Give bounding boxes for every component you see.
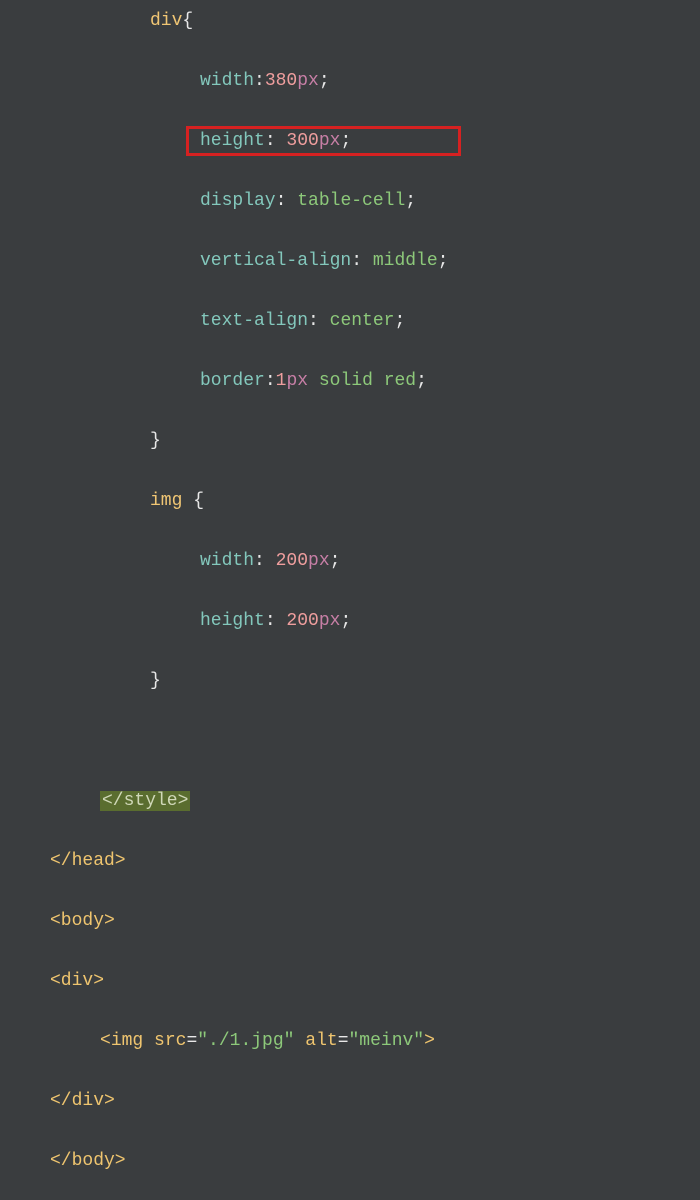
colon-token: : — [254, 551, 276, 571]
semicolon-token: ; — [319, 71, 330, 91]
code-line: width:380px; — [0, 66, 700, 96]
property-token: text-align — [200, 311, 308, 331]
number-token: 380 — [265, 71, 297, 91]
angle-token: > — [424, 1031, 435, 1051]
selector-token: img — [150, 491, 182, 511]
code-line: } — [0, 666, 700, 696]
code-line: border:1px solid red; — [0, 366, 700, 396]
property-token: width — [200, 551, 254, 571]
code-line: div{ — [0, 6, 700, 36]
semicolon-token: ; — [340, 131, 351, 151]
property-token: height — [200, 131, 265, 151]
equals-token: = — [186, 1031, 197, 1051]
unit-token: px — [319, 611, 341, 631]
semicolon-token: ; — [340, 611, 351, 631]
number-token: 200 — [286, 611, 318, 631]
angle-token: < — [100, 1031, 111, 1051]
code-editor[interactable]: div{ width:380px; height: 300px; display… — [0, 6, 700, 1200]
colon-token: : — [265, 371, 276, 391]
code-line: width: 200px; — [0, 546, 700, 576]
code-line: <body> — [0, 906, 700, 936]
brace-token: { — [193, 491, 204, 511]
property-token: height — [200, 611, 265, 631]
code-line: <div> — [0, 966, 700, 996]
code-line: </style> — [0, 786, 700, 816]
colon-token: : — [276, 191, 298, 211]
code-line-highlighted: vertical-align: middle; — [0, 246, 700, 276]
equals-token: = — [338, 1031, 349, 1051]
code-line: } — [0, 426, 700, 456]
number-token: 200 — [276, 551, 308, 571]
semicolon-token: ; — [405, 191, 416, 211]
code-line: </head> — [0, 846, 700, 876]
string-token: "./1.jpg" — [197, 1031, 294, 1051]
keyword-token: solid — [319, 371, 373, 391]
string-token: "meinv" — [349, 1031, 425, 1051]
semicolon-token: ; — [416, 371, 427, 391]
unit-token: px — [308, 551, 330, 571]
img-tag: img — [111, 1031, 143, 1051]
code-line-blank — [0, 726, 700, 756]
colon-token: : — [351, 251, 373, 271]
semicolon-token: ; — [438, 251, 449, 271]
colon-token: : — [308, 311, 330, 331]
keyword-token: middle — [373, 251, 438, 271]
colon-token: : — [265, 611, 287, 631]
code-line: img { — [0, 486, 700, 516]
property-token: display — [200, 191, 276, 211]
keyword-token: red — [384, 371, 416, 391]
code-line: height: 200px; — [0, 606, 700, 636]
unit-token: px — [297, 71, 319, 91]
brace-token: { — [182, 11, 193, 31]
semicolon-token: ; — [330, 551, 341, 571]
property-token: width — [200, 71, 254, 91]
code-line: </body> — [0, 1146, 700, 1176]
semicolon-token: ; — [394, 311, 405, 331]
style-close-tag: </style> — [100, 791, 190, 811]
code-line: text-align: center; — [0, 306, 700, 336]
head-close-tag: </head> — [50, 851, 126, 871]
code-line: <img src="./1.jpg" alt="meinv"> — [0, 1026, 700, 1056]
div-close-tag: </div> — [50, 1091, 115, 1111]
keyword-token: table-cell — [297, 191, 405, 211]
code-line: height: 300px; — [0, 126, 700, 156]
div-open-tag: <div> — [50, 971, 104, 991]
brace-token: } — [150, 431, 161, 451]
attr-name: src — [154, 1031, 186, 1051]
number-token: 1 — [276, 371, 287, 391]
body-open-tag: <body> — [50, 911, 115, 931]
code-line: </div> — [0, 1086, 700, 1116]
number-token: 300 — [286, 131, 318, 151]
selector-token: div — [150, 11, 182, 31]
colon-token: : — [254, 71, 265, 91]
keyword-token: center — [330, 311, 395, 331]
colon-token: : — [265, 131, 287, 151]
unit-token: px — [286, 371, 308, 391]
attr-name: alt — [305, 1031, 337, 1051]
body-close-tag: </body> — [50, 1151, 126, 1171]
property-token: vertical-align — [200, 251, 351, 271]
brace-token: } — [150, 671, 161, 691]
property-token: border — [200, 371, 265, 391]
unit-token: px — [319, 131, 341, 151]
code-line: display: table-cell; — [0, 186, 700, 216]
